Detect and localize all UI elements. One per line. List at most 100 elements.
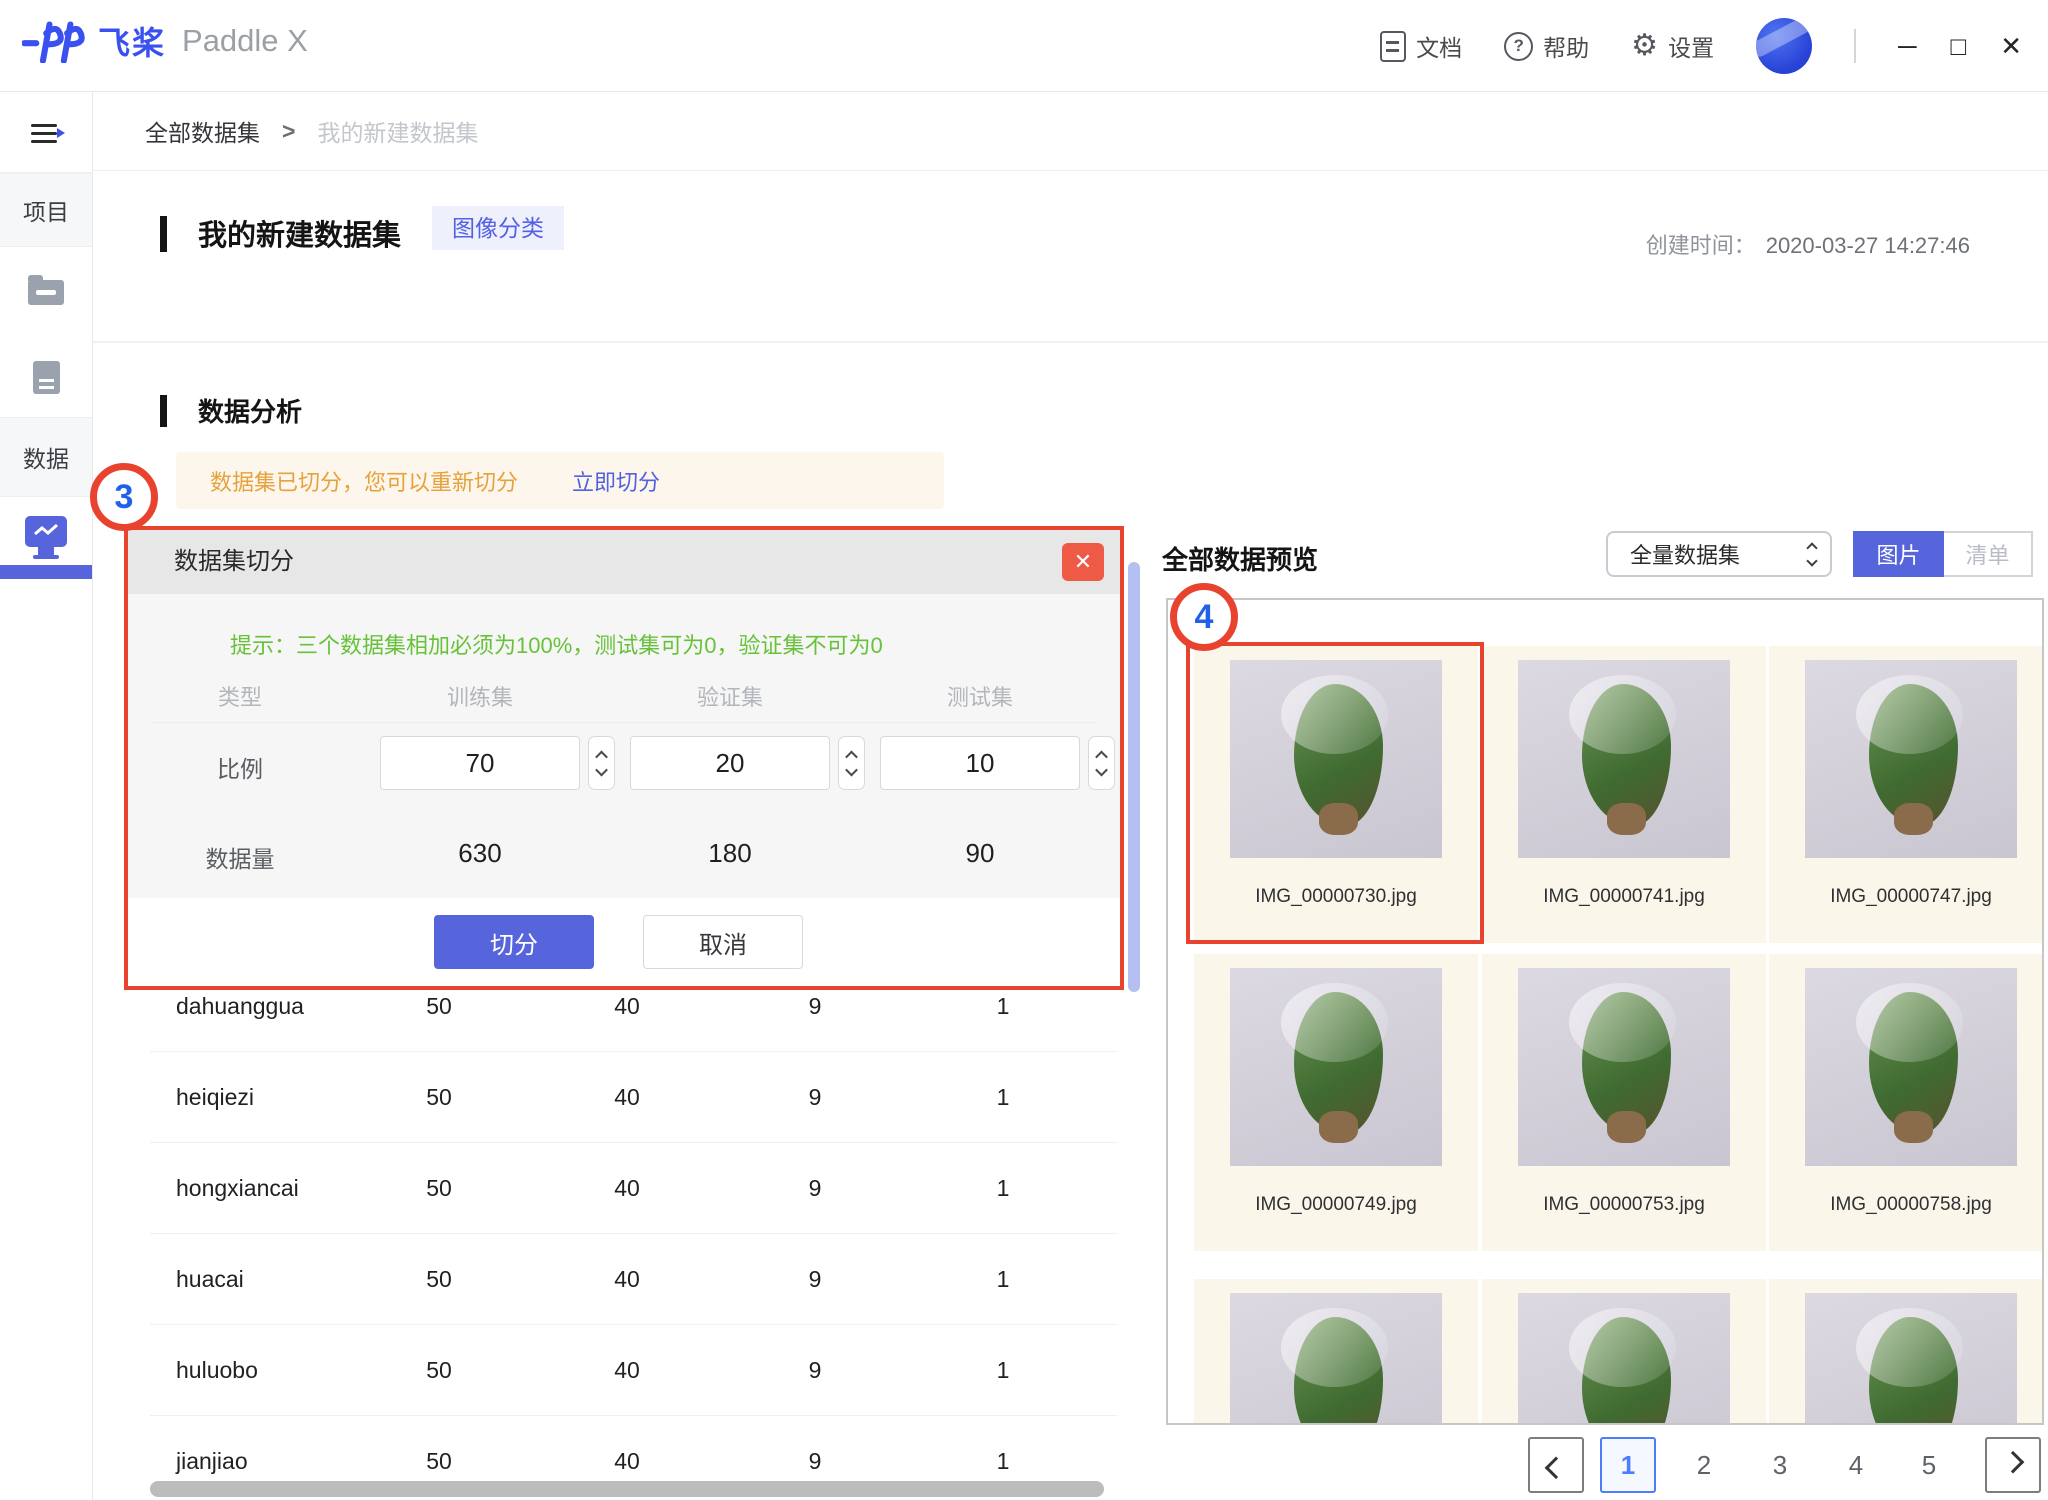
row-label-ratio: 比例: [217, 756, 263, 782]
split-confirm-button[interactable]: 切分: [434, 915, 594, 969]
split-cancel-button[interactable]: 取消: [643, 915, 803, 969]
vegetable-photo: [1518, 660, 1730, 858]
image-filename: IMG_00000753.jpg: [1543, 1194, 1705, 1215]
vegetable-photo: [1805, 660, 2017, 858]
page-title: 我的新建数据集: [198, 220, 402, 252]
label-count: 50: [426, 1175, 452, 1201]
test-ratio-input[interactable]: [880, 736, 1080, 790]
top-bar: 飞桨 Paddle X 文档 ? 帮助 ⚙ 设置 ─ □ ✕: [0, 0, 2048, 92]
label-count: 40: [614, 1266, 640, 1292]
image-card[interactable]: IMG_00000741.jpg: [1482, 646, 1766, 943]
image-card[interactable]: IMG_00000747.jpg: [1769, 646, 2042, 943]
val-ratio-input[interactable]: [630, 736, 830, 790]
user-avatar[interactable]: [1756, 18, 1813, 74]
page-button-2[interactable]: 2: [1676, 1437, 1732, 1493]
col-header-type: 类型: [217, 685, 262, 710]
preview-grid-panel: IMG_00000730.jpg IMG_00000741.jpg IMG_00…: [1166, 598, 2044, 1425]
created-time-value: 2020-03-27 14:27:46: [1765, 233, 1970, 258]
sidebar-collapse-button[interactable]: [0, 92, 92, 173]
label-name: heiqiezi: [176, 1084, 254, 1110]
folder-icon: [28, 274, 64, 305]
label-count: 1: [996, 1175, 1010, 1201]
train-ratio-stepper[interactable]: [588, 736, 615, 790]
test-count-value: 90: [965, 838, 995, 868]
image-card[interactable]: IMG_00000753.jpg: [1482, 954, 1766, 1251]
close-button[interactable]: ✕: [2000, 33, 2022, 59]
label-count: 1: [996, 1084, 1010, 1110]
horizontal-scrollbar[interactable]: [150, 1481, 1104, 1497]
image-filename: IMG_00000730.jpg: [1255, 886, 1417, 907]
label-count: 50: [426, 1357, 452, 1383]
page-button-5[interactable]: 5: [1901, 1437, 1957, 1493]
next-page-button[interactable]: [1985, 1437, 2041, 1493]
breadcrumb: 全部数据集 > 我的新建数据集: [93, 92, 2048, 171]
file-icon: [32, 360, 60, 394]
dataset-filter-select[interactable]: 全量数据集: [1606, 531, 1832, 577]
page-button-1[interactable]: 1: [1600, 1437, 1656, 1493]
chevron-right-icon: [2001, 1450, 2025, 1474]
help-label: 帮助: [1543, 35, 1590, 61]
sidebar-item-files[interactable]: [0, 337, 92, 417]
document-icon: [1380, 30, 1407, 62]
vertical-scrollbar[interactable]: [1128, 562, 1140, 992]
image-card[interactable]: IMG_00000758.jpg: [1769, 954, 2042, 1251]
left-sidebar: 项目 数据: [0, 92, 93, 1500]
breadcrumb-separator: >: [282, 117, 296, 144]
vegetable-photo: [1805, 1293, 2017, 1423]
image-card[interactable]: [1482, 1279, 1766, 1423]
dialog-close-icon[interactable]: ✕: [1062, 543, 1104, 581]
label-count: 1: [996, 1266, 1010, 1292]
logo-text-cn: 飞桨: [98, 25, 167, 61]
label-count: 50: [426, 1266, 452, 1292]
docs-label: 文档: [1416, 35, 1463, 61]
help-button[interactable]: ? 帮助: [1504, 29, 1589, 63]
maximize-button[interactable]: □: [1950, 33, 1966, 59]
vegetable-photo: [1518, 968, 1730, 1166]
split-dialog-footer: 切分 取消: [128, 898, 1120, 986]
prev-page-button[interactable]: [1528, 1437, 1584, 1493]
dataset-type-tag: 图像分类: [432, 206, 564, 250]
settings-button[interactable]: ⚙ 设置: [1631, 29, 1714, 63]
vegetable-photo: [1230, 660, 1442, 858]
split-now-link[interactable]: 立即切分: [572, 465, 660, 497]
sidebar-item-projects[interactable]: [0, 247, 92, 337]
val-ratio-stepper[interactable]: [838, 736, 865, 790]
image-card[interactable]: [1194, 1279, 1478, 1423]
minimize-button[interactable]: ─: [1898, 33, 1916, 59]
label-name: huacai: [176, 1266, 244, 1292]
sidebar-group-data: 数据: [0, 417, 92, 497]
sidebar-item-analytics[interactable]: [0, 497, 92, 565]
image-card[interactable]: IMG_00000730.jpg: [1194, 646, 1478, 943]
section-divider: [93, 341, 2048, 343]
label-count: 50: [426, 1084, 452, 1110]
table-row: huacai 50 40 9 1: [150, 1234, 1117, 1325]
label-count: 40: [614, 1357, 640, 1383]
split-dialog-header: 数据集切分 ✕: [128, 530, 1120, 594]
sidebar-active-indicator: [0, 565, 92, 579]
breadcrumb-root[interactable]: 全部数据集: [145, 114, 260, 148]
sidebar-group-project: 项目: [0, 173, 92, 247]
image-card[interactable]: [1769, 1279, 2042, 1423]
view-image-tab[interactable]: 图片: [1853, 531, 1944, 577]
train-ratio-input[interactable]: [380, 736, 580, 790]
label-name: huluobo: [176, 1357, 258, 1383]
page-button-4[interactable]: 4: [1828, 1437, 1884, 1493]
test-ratio-stepper[interactable]: [1088, 736, 1115, 790]
paddle-logo: 飞桨 Paddle X: [22, 18, 308, 64]
label-count: 9: [808, 1175, 822, 1201]
view-list-tab[interactable]: 清单: [1944, 531, 2033, 577]
split-notice-banner: 数据集已切分，您可以重新切分 立即切分: [176, 452, 944, 509]
table-row: hongxiancai 50 40 9 1: [150, 1143, 1117, 1234]
gear-icon: ⚙: [1631, 29, 1659, 62]
split-dialog-body: 提示：三个数据集相加必须为100%，测试集可为0，验证集不可为0 类型 训练集 …: [128, 594, 1120, 898]
image-card[interactable]: IMG_00000749.jpg: [1194, 954, 1478, 1251]
image-filename: IMG_00000747.jpg: [1830, 886, 1992, 907]
docs-button[interactable]: 文档: [1380, 29, 1462, 63]
image-filename: IMG_00000741.jpg: [1543, 886, 1705, 907]
page-button-3[interactable]: 3: [1752, 1437, 1808, 1493]
annotation-step-4: 4: [1170, 583, 1238, 651]
created-time: 创建时间： 2020-03-27 14:27:46: [1646, 228, 1970, 260]
dataset-filter-value: 全量数据集: [1630, 543, 1741, 568]
label-stats-table: dahuanggua 50 40 9 1 heiqiezi 50 40 9 1 …: [150, 961, 1117, 1500]
image-filename: IMG_00000758.jpg: [1830, 1194, 1992, 1215]
